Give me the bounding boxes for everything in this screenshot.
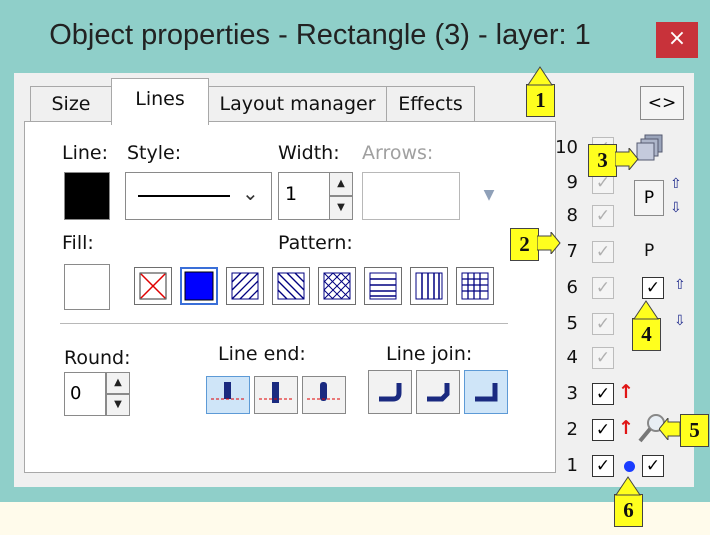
width-down-button[interactable]: ▼	[329, 196, 353, 220]
arrows-label: Arrows:	[362, 142, 434, 164]
red-arrow-up-icon: ↑	[618, 417, 634, 439]
layer-1-extra-checkbox[interactable]: ✓	[642, 455, 664, 477]
p-move-down-icon[interactable]: ⇩	[674, 313, 686, 329]
callout-3: 3	[588, 144, 617, 177]
callout-1-arrow-icon	[527, 66, 553, 86]
pattern-diagonal-back-button[interactable]	[272, 267, 310, 305]
line-end-flat-icon	[211, 382, 245, 400]
line-join-round-icon	[379, 383, 402, 402]
callout-5-arrow-icon	[659, 418, 681, 440]
line-join-bevel-icon	[427, 383, 450, 402]
callout-2: 2	[510, 228, 539, 261]
p-label: P	[644, 241, 655, 261]
pattern-vertical-button[interactable]	[410, 267, 448, 305]
line-style-dropdown[interactable]: ⌄	[125, 172, 272, 220]
callout-2-arrow-icon	[537, 232, 561, 254]
fill-color-swatch[interactable]	[64, 264, 110, 310]
line-label: Line:	[62, 142, 108, 164]
round-label: Round:	[64, 347, 131, 369]
p-button[interactable]: P	[634, 180, 664, 216]
width-value: 1	[285, 183, 298, 205]
layer-number: 8	[566, 205, 578, 226]
solid-line-preview	[138, 195, 230, 197]
layer-2-checkbox[interactable]: ✓	[592, 419, 614, 441]
round-value: 0	[70, 383, 82, 404]
line-color-swatch[interactable]	[64, 172, 110, 220]
pattern-grid-icon	[461, 272, 489, 300]
layer-1-checkbox[interactable]: ✓	[592, 455, 614, 477]
pattern-vertical-icon	[415, 272, 443, 300]
callout-6: 6	[614, 494, 643, 527]
line-end-square-icon	[259, 382, 293, 403]
layer-number: 10	[555, 137, 578, 158]
round-down-button[interactable]: ▼	[106, 394, 130, 416]
layer-number: 2	[566, 419, 578, 440]
fill-label: Fill:	[62, 232, 94, 254]
layer-8-checkbox[interactable]: ✓	[592, 205, 614, 227]
style-label: Style:	[127, 142, 182, 164]
line-end-label: Line end:	[218, 343, 306, 365]
layer-number: 1	[566, 455, 578, 476]
move-down-icon[interactable]: ⇩	[670, 200, 682, 216]
layer-4-checkbox[interactable]: ✓	[592, 347, 614, 369]
callout-4: 4	[632, 318, 661, 351]
pattern-solid-icon	[184, 271, 214, 301]
line-join-miter-button[interactable]	[464, 370, 508, 414]
line-join-bevel-button[interactable]	[416, 370, 460, 414]
layer-number: 4	[566, 347, 578, 368]
p-move-up-icon[interactable]: ⇧	[674, 277, 686, 293]
line-join-round-button[interactable]	[368, 370, 412, 414]
layer-number: 9	[566, 172, 578, 193]
line-join-miter-icon	[475, 383, 498, 402]
callout-1: 1	[526, 84, 555, 117]
pattern-grid-button[interactable]	[456, 267, 494, 305]
line-end-round-icon	[307, 382, 341, 401]
chevron-down-icon: ⌄	[242, 181, 259, 205]
layer-5-checkbox[interactable]: ✓	[592, 313, 614, 335]
current-layer-dot-icon	[624, 461, 635, 472]
pattern-none-icon	[139, 272, 167, 300]
round-up-button[interactable]: ▲	[106, 372, 130, 394]
p-checkbox[interactable]: ✓	[642, 277, 664, 299]
pattern-diagonal-back-icon	[277, 272, 305, 300]
pattern-diagonal-cross-icon	[323, 272, 351, 300]
pattern-none-button[interactable]	[134, 267, 172, 305]
line-join-label: Line join:	[386, 343, 473, 365]
arrows-dropdown[interactable]	[362, 172, 460, 220]
line-end-round-button[interactable]	[302, 376, 346, 414]
line-end-flat-button[interactable]	[206, 376, 250, 414]
callout-4-arrow-icon	[633, 300, 659, 320]
pattern-diagonal-forward-button[interactable]	[226, 267, 264, 305]
pattern-solid-button[interactable]	[180, 267, 218, 305]
callout-5: 5	[680, 414, 709, 447]
arrows-dropdown-button[interactable]: ▼	[474, 180, 504, 210]
pattern-diagonal-forward-icon	[231, 272, 259, 300]
line-end-square-button[interactable]	[254, 376, 298, 414]
section-divider	[60, 323, 508, 324]
round-input[interactable]: 0	[64, 372, 106, 416]
red-arrow-up-icon: ↑	[618, 381, 634, 403]
layer-number: 3	[566, 383, 578, 404]
move-up-icon[interactable]: ⇧	[670, 176, 682, 192]
width-up-button[interactable]: ▲	[329, 172, 353, 196]
pattern-horizontal-button[interactable]	[364, 267, 402, 305]
layer-7-checkbox[interactable]: ✓	[592, 241, 614, 263]
pattern-label: Pattern:	[278, 232, 353, 254]
pattern-diagonal-cross-button[interactable]	[318, 267, 356, 305]
pattern-horizontal-icon	[369, 272, 397, 300]
layer-number: 5	[566, 313, 578, 334]
layer-6-checkbox[interactable]: ✓	[592, 277, 614, 299]
layer-3-checkbox[interactable]: ✓	[592, 383, 614, 405]
toggle-panel-button[interactable]: <>	[640, 86, 684, 120]
layer-stack-icon[interactable]	[636, 132, 666, 162]
width-label: Width:	[278, 142, 340, 164]
callout-6-arrow-icon	[615, 476, 641, 496]
width-input[interactable]: 1	[278, 172, 330, 220]
layer-number: 6	[566, 277, 578, 298]
callout-3-arrow-icon	[615, 148, 639, 170]
